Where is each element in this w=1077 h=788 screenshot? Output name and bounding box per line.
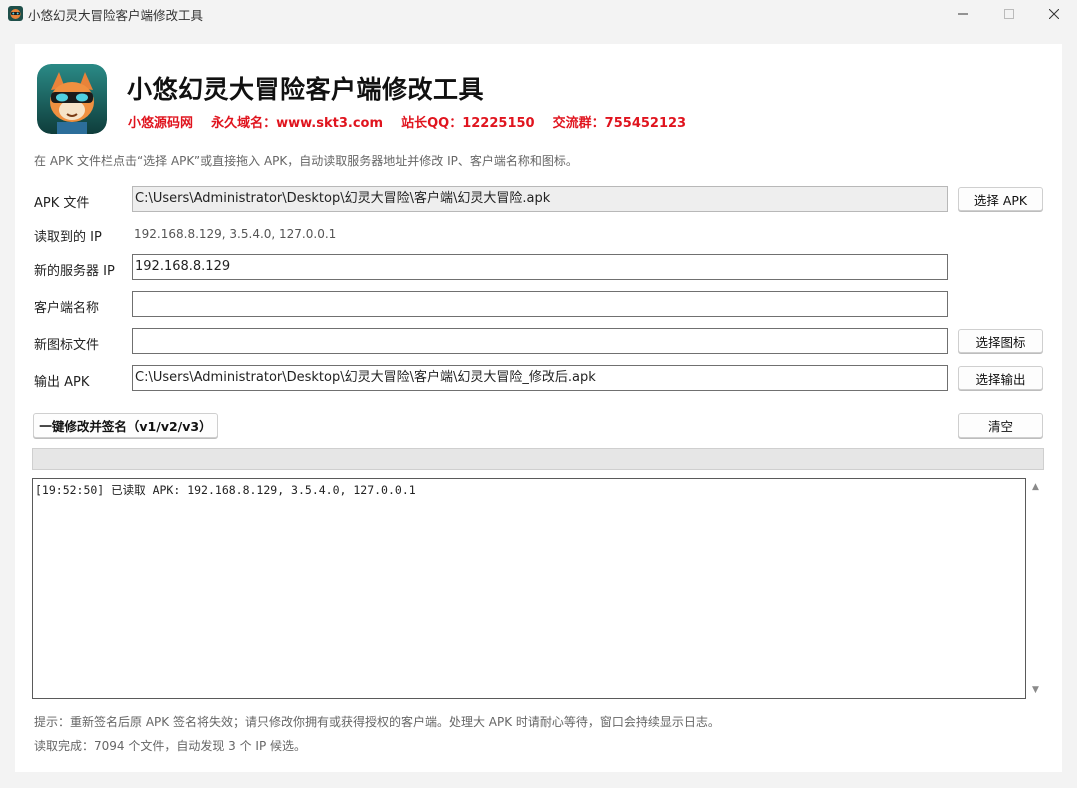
choose-icon-button[interactable]: 选择图标: [958, 329, 1043, 353]
site-info: 小悠源码网 永久域名：www.skt3.com 站长QQ：12225150 交流…: [128, 116, 687, 131]
apk-file-label: APK 文件: [34, 196, 90, 211]
app-logo: [37, 64, 107, 134]
new-ip-label: 新的服务器 IP: [34, 264, 115, 279]
ip-read-value: 192.168.8.129, 3.5.4.0, 127.0.0.1: [134, 227, 337, 241]
app-icon: [8, 6, 23, 21]
progress-bar: [32, 448, 1044, 470]
choose-output-button[interactable]: 选择输出: [958, 366, 1043, 390]
minimize-icon[interactable]: [940, 0, 986, 28]
window-title: 小悠幻灵大冒险客户端修改工具: [28, 8, 204, 23]
maximize-icon[interactable]: [986, 0, 1032, 28]
client-name-label: 客户端名称: [34, 301, 100, 316]
clear-button[interactable]: 清空: [958, 413, 1043, 438]
page-title: 小悠幻灵大冒险客户端修改工具: [127, 75, 485, 104]
usage-hint: 在 APK 文件栏点击“选择 APK”或直接拖入 APK，自动读取服务器地址并修…: [34, 154, 578, 168]
ip-read-label: 读取到的 IP: [34, 230, 102, 245]
scroll-up-icon[interactable]: ▲: [1028, 480, 1043, 494]
window-titlebar: 小悠幻灵大冒险客户端修改工具: [0, 0, 1077, 28]
tip-text: 提示：重新签名后原 APK 签名将失效；请只修改你拥有或获得授权的客户端。处理大…: [34, 715, 720, 729]
new-ip-input[interactable]: 192.168.8.129: [132, 254, 948, 280]
output-apk-input[interactable]: C:\Users\Administrator\Desktop\幻灵大冒险\客户端…: [132, 365, 948, 391]
client-name-input[interactable]: [132, 291, 948, 317]
choose-apk-button[interactable]: 选择 APK: [958, 187, 1043, 211]
log-output[interactable]: [19:52:50] 已读取 APK: 192.168.8.129, 3.5.4…: [32, 478, 1026, 699]
apk-file-field[interactable]: C:\Users\Administrator\Desktop\幻灵大冒险\客户端…: [132, 186, 948, 212]
log-line: [19:52:50] 已读取 APK: 192.168.8.129, 3.5.4…: [35, 483, 416, 497]
icon-file-label: 新图标文件: [34, 338, 100, 353]
scroll-down-icon[interactable]: ▼: [1028, 683, 1043, 697]
status-text: 读取完成：7094 个文件，自动发现 3 个 IP 候选。: [34, 739, 307, 753]
modify-and-sign-button[interactable]: 一键修改并签名（v1/v2/v3）: [33, 413, 218, 438]
log-scrollbar[interactable]: ▲ ▼: [1028, 478, 1043, 699]
close-icon[interactable]: [1031, 0, 1077, 28]
output-apk-label: 输出 APK: [34, 375, 90, 390]
icon-file-input[interactable]: [132, 328, 948, 354]
